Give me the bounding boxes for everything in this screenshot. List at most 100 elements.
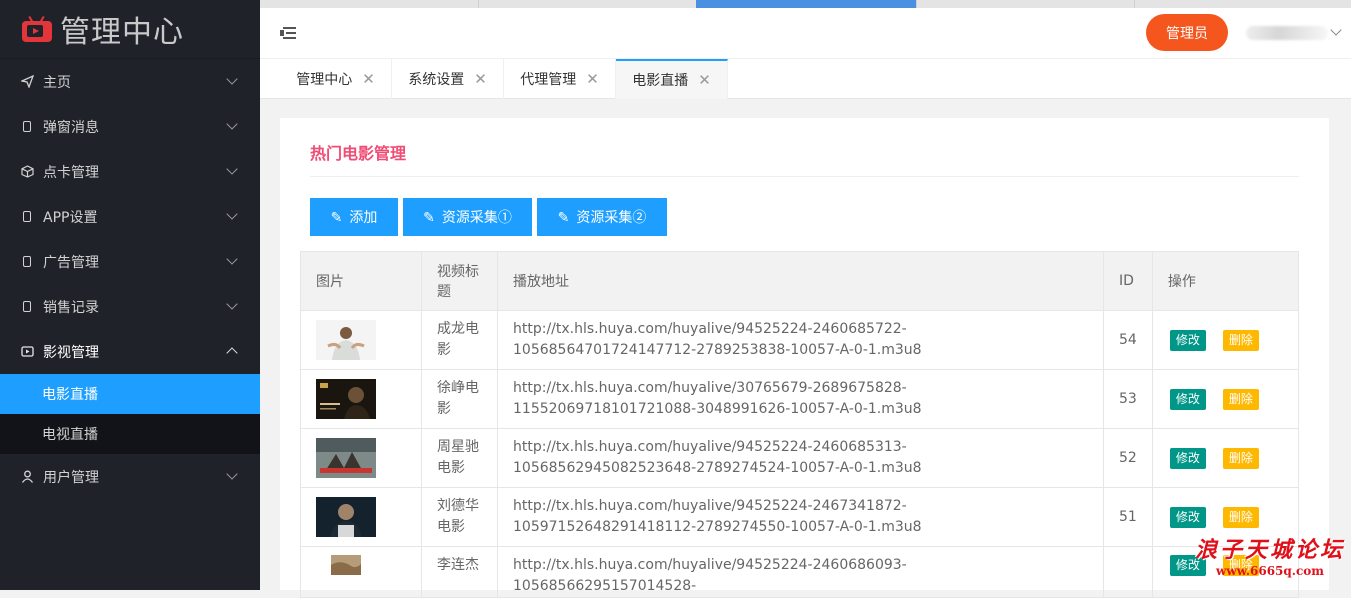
tab-system-settings[interactable]: 系统设置 ✕	[392, 59, 504, 99]
edit-button[interactable]: 修改	[1169, 506, 1206, 528]
browser-tab-active[interactable]	[696, 0, 917, 8]
delete-button[interactable]: 删除	[1222, 388, 1259, 410]
sidebar-item-home[interactable]: 主页	[0, 59, 260, 104]
tab-label: 电影直播	[632, 73, 689, 89]
movie-table: 图片 视频标题 播放地址 ID 操作 成龙电影 http://tx.hls.hu…	[300, 251, 1300, 598]
chevron-up-icon	[226, 347, 238, 359]
edit-button[interactable]: 修改	[1169, 447, 1206, 469]
edit-button[interactable]: 修改	[1169, 388, 1206, 410]
tab-label: 代理管理	[520, 72, 577, 88]
close-icon[interactable]: ✕	[362, 70, 375, 88]
url-cell: http://tx.hls.huya.com/huyalive/30765679…	[497, 369, 1104, 429]
sidebar-item-sales[interactable]: 销售记录	[0, 284, 260, 329]
browser-tab[interactable]	[916, 0, 1135, 8]
movie-thumbnail	[316, 320, 376, 360]
tab-movie-live[interactable]: 电影直播 ✕	[616, 59, 728, 99]
pencil-icon: ✎	[557, 208, 570, 225]
browser-tab-strip	[260, 0, 1351, 8]
table-row: 刘德华电影 http://tx.hls.huya.com/huyalive/94…	[300, 487, 1300, 547]
sidebar-subitem-movie-live[interactable]: 电影直播	[0, 374, 260, 414]
sidebar-subitem-tv-live[interactable]: 电视直播	[0, 414, 260, 454]
menu-toggle-icon[interactable]	[280, 26, 296, 40]
delete-button[interactable]: 删除	[1222, 329, 1259, 351]
page-tabs: 管理中心 ✕ 系统设置 ✕ 代理管理 ✕ 电影直播 ✕	[260, 58, 1351, 99]
delete-button[interactable]: 删除	[1222, 447, 1259, 469]
sidebar-item-card-management[interactable]: 点卡管理	[0, 149, 260, 194]
watermark-url: www.6665q.com	[1216, 564, 1324, 578]
main-card: 热门电影管理 ✎ 添加 ✎ 资源采集① ✎ 资源采集② 图片 视频标题 播放地址…	[280, 118, 1329, 598]
tab-agent-management[interactable]: 代理管理 ✕	[504, 59, 616, 99]
column-header: 操作	[1151, 251, 1300, 311]
sidebar-item-popup-messages[interactable]: 弹窗消息	[0, 104, 260, 149]
user-icon	[20, 470, 34, 484]
table-row: 周星驰电影 http://tx.hls.huya.com/huyalive/94…	[300, 428, 1300, 488]
sidebar-item-video-management[interactable]: 影视管理	[0, 329, 260, 374]
pencil-icon: ✎	[330, 208, 343, 225]
chevron-down-icon[interactable]	[1330, 24, 1342, 36]
chevron-down-icon	[226, 73, 238, 85]
column-header: 视频标题	[421, 251, 498, 311]
title-cell: 徐峥电影	[421, 369, 498, 429]
user-name-blurred[interactable]	[1246, 26, 1328, 40]
close-icon[interactable]: ✕	[586, 70, 599, 88]
sidebar-item-app-settings[interactable]: APP设置	[0, 194, 260, 239]
id-cell: 53	[1103, 369, 1153, 429]
tab-admin-center[interactable]: 管理中心 ✕	[280, 59, 392, 99]
cube-icon	[20, 165, 34, 179]
chevron-down-icon	[226, 208, 238, 220]
top-header: 管理员	[260, 8, 1351, 58]
sidebar-item-label: 主页	[43, 74, 71, 91]
delete-button[interactable]: 删除	[1222, 506, 1259, 528]
browser-tab[interactable]	[260, 0, 479, 8]
table-row: 成龙电影 http://tx.hls.huya.com/huyalive/945…	[300, 310, 1300, 370]
browser-tab[interactable]	[478, 0, 697, 8]
title-cell: 周星驰电影	[421, 428, 498, 488]
video-icon	[20, 345, 34, 359]
divider	[310, 176, 1299, 177]
url-cell: http://tx.hls.huya.com/huyalive/94525224…	[497, 487, 1104, 547]
tab-label: 系统设置	[408, 72, 465, 88]
sidebar-item-label: 弹窗消息	[43, 119, 99, 136]
sidebar-item-label: 广告管理	[43, 254, 99, 271]
column-header: 图片	[300, 251, 422, 311]
url-cell: http://tx.hls.huya.com/huyalive/94525224…	[497, 310, 1104, 370]
chevron-down-icon	[226, 253, 238, 265]
movie-thumbnail	[316, 379, 376, 419]
phone-icon	[20, 210, 34, 224]
movie-thumbnail	[316, 497, 376, 537]
close-icon[interactable]: ✕	[698, 71, 711, 89]
title-cell: 成龙电影	[421, 310, 498, 370]
sidebar-item-ads[interactable]: 广告管理	[0, 239, 260, 284]
phone-icon	[20, 300, 34, 314]
sidebar: 管理中心 主页 弹窗消息 点卡管理 APP设置 广告管理 销售记录 影视管理 电…	[0, 0, 260, 590]
sidebar-subitem-label: 电影直播	[42, 387, 98, 403]
actions-cell: 修改 删除	[1151, 428, 1300, 488]
button-label: 资源采集②	[576, 209, 647, 225]
thumbnail-cell	[300, 487, 422, 547]
admin-button[interactable]: 管理员	[1146, 14, 1228, 51]
actions-cell: 修改 删除	[1151, 310, 1300, 370]
id-cell: 54	[1103, 310, 1153, 370]
movie-thumbnail	[331, 555, 361, 575]
table-row: 徐峥电影 http://tx.hls.huya.com/huyalive/307…	[300, 369, 1300, 429]
add-button[interactable]: ✎ 添加	[310, 198, 398, 236]
chevron-down-icon	[226, 163, 238, 175]
collect-1-button[interactable]: ✎ 资源采集①	[403, 198, 532, 236]
button-label: 添加	[349, 209, 378, 225]
actions-cell: 修改 删除	[1151, 369, 1300, 429]
browser-tab[interactable]	[1134, 0, 1351, 8]
button-label: 资源采集①	[441, 209, 512, 225]
thumbnail-cell	[300, 310, 422, 370]
sidebar-item-label: 点卡管理	[43, 164, 99, 181]
watermark: 浪子天城论坛 www.6665q.com	[1195, 532, 1345, 578]
sidebar-item-label: 销售记录	[43, 299, 99, 316]
sidebar-item-label: 影视管理	[43, 344, 99, 361]
logo[interactable]: 管理中心	[0, 0, 260, 59]
tv-logo-icon	[22, 15, 52, 42]
edit-button[interactable]: 修改	[1169, 329, 1206, 351]
collect-2-button[interactable]: ✎ 资源采集②	[537, 198, 667, 236]
sidebar-item-label: APP设置	[43, 209, 98, 226]
app-title: 管理中心	[60, 15, 184, 50]
sidebar-item-user-management[interactable]: 用户管理	[0, 454, 260, 499]
close-icon[interactable]: ✕	[474, 70, 487, 88]
